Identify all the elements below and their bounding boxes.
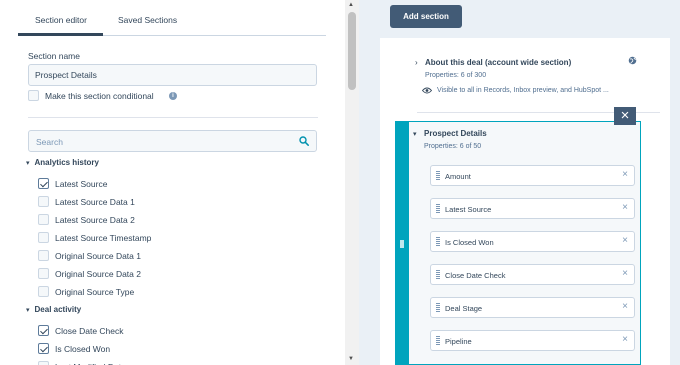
close-icon[interactable]: × [614, 107, 636, 125]
add-section-button[interactable]: Add section [390, 5, 462, 28]
property-label: Close Date Check [55, 326, 124, 336]
section-drag-bar[interactable] [396, 122, 409, 365]
property-label: Original Source Data 1 [55, 251, 141, 261]
remove-x-icon[interactable]: × [622, 301, 628, 312]
deal-section-title[interactable]: About this deal (account wide section) [425, 58, 571, 67]
property-checkbox[interactable] [38, 250, 49, 261]
tab-saved-sections[interactable]: Saved Sections [118, 15, 177, 25]
section-name-label: Section name [28, 51, 80, 61]
property-checkbox-row[interactable]: Original Source Data 1 [38, 250, 298, 262]
info-icon[interactable]: i [169, 92, 177, 100]
property-checkbox[interactable] [38, 268, 49, 279]
preview-panel: Add section › About this deal (account w… [359, 0, 680, 365]
chevron-down-icon[interactable]: ▾ [26, 306, 30, 314]
property-pill[interactable]: Close Date Check × [430, 264, 635, 285]
property-pill[interactable]: Latest Source × [430, 198, 635, 219]
app-root: Section editor Saved Sections Section na… [0, 0, 680, 365]
drag-handle-icon[interactable] [436, 237, 440, 247]
chevron-down-icon[interactable]: ▾ [26, 159, 30, 167]
chevron-right-icon[interactable]: › [415, 58, 418, 67]
property-pill[interactable]: Deal Stage × [430, 297, 635, 318]
property-pill-label: Latest Source [445, 205, 492, 214]
property-checkbox-row[interactable]: Latest Source Data 1 [38, 196, 298, 208]
prospect-section-title: Prospect Details [424, 129, 487, 138]
property-label: Latest Source Data 2 [55, 215, 135, 225]
globe-icon [628, 56, 637, 65]
property-pill-label: Close Date Check [445, 271, 506, 280]
search-placeholder: Search [36, 137, 63, 147]
deal-section-properties: Properties: 6 of 300 [425, 72, 487, 79]
scrollbar[interactable]: ▲ ▼ [345, 0, 359, 365]
property-checkbox[interactable] [38, 325, 49, 336]
property-pill-label: Is Closed Won [445, 238, 494, 247]
property-checkbox[interactable] [38, 232, 49, 243]
drag-handle-icon[interactable] [436, 204, 440, 214]
remove-x-icon[interactable]: × [622, 235, 628, 246]
scroll-up-arrow-icon[interactable]: ▲ [348, 2, 354, 8]
drag-handle-icon[interactable] [436, 336, 440, 346]
property-pill[interactable]: Amount × [430, 165, 635, 186]
property-checkbox-row[interactable]: Latest Source [38, 178, 298, 190]
active-tab-indicator [18, 33, 103, 36]
property-label: Original Source Data 2 [55, 269, 141, 279]
property-pill-label: Amount [445, 172, 471, 181]
prospect-details-section[interactable]: ▾ Prospect Details Properties: 6 of 50 A… [395, 121, 641, 365]
property-checkbox-row[interactable]: Latest Source Timestamp [38, 232, 298, 244]
property-group-name: Deal activity [34, 305, 82, 314]
property-pill[interactable]: Pipeline × [430, 330, 635, 351]
deal-section-visibility: Visible to all in Records, Inbox preview… [437, 87, 609, 94]
remove-x-icon[interactable]: × [622, 334, 628, 345]
prospect-section-properties: Properties: 6 of 50 [424, 143, 482, 150]
search-input[interactable]: Search [28, 130, 317, 152]
section-name-input[interactable]: Prospect Details [28, 64, 317, 86]
drag-handle-icon[interactable] [400, 240, 404, 248]
chevron-down-icon[interactable]: ▾ [413, 130, 417, 138]
property-checkbox-row[interactable]: Is Closed Won [38, 343, 298, 355]
property-pill[interactable]: Is Closed Won × [430, 231, 635, 252]
property-checkbox[interactable] [38, 361, 49, 365]
property-checkbox[interactable] [38, 214, 49, 225]
scroll-down-arrow-icon[interactable]: ▼ [348, 356, 354, 362]
property-label: Is Closed Won [55, 344, 111, 354]
remove-x-icon[interactable]: × [622, 268, 628, 279]
property-checkbox[interactable] [38, 343, 49, 354]
property-checkbox-row[interactable]: Latest Source Data 2 [38, 214, 298, 226]
drag-handle-icon[interactable] [436, 171, 440, 181]
remove-x-icon[interactable]: × [622, 169, 628, 180]
property-checkbox[interactable] [38, 196, 49, 207]
property-checkbox-row[interactable]: Original Source Data 2 [38, 268, 298, 280]
property-label: Latest Source Timestamp [55, 233, 152, 243]
property-checkbox-row[interactable]: Last Modified Date [38, 361, 298, 365]
property-label: Latest Source [55, 179, 108, 189]
divider [28, 117, 318, 118]
property-checkbox[interactable] [38, 178, 49, 189]
eye-icon [422, 87, 432, 94]
drag-handle-icon[interactable] [436, 270, 440, 280]
property-checkbox-row[interactable]: Close Date Check [38, 325, 298, 337]
section-editor-panel: Section editor Saved Sections Section na… [0, 0, 345, 365]
tab-bar: Section editor Saved Sections [18, 0, 326, 36]
scroll-thumb[interactable] [348, 12, 356, 90]
property-checkbox-row[interactable]: Original Source Type [38, 286, 298, 298]
remove-x-icon[interactable]: × [622, 202, 628, 213]
conditional-label: Make this section conditional [45, 91, 154, 101]
property-label: Latest Source Data 1 [55, 197, 135, 207]
property-pill-label: Deal Stage [445, 304, 483, 313]
property-label: Original Source Type [55, 287, 135, 297]
search-icon[interactable] [299, 136, 309, 146]
drag-handle-icon[interactable] [436, 303, 440, 313]
property-pill-label: Pipeline [445, 337, 472, 346]
property-checkbox[interactable] [38, 286, 49, 297]
property-group-header[interactable]: ▾ Analytics history [26, 158, 99, 167]
conditional-checkbox[interactable] [28, 90, 39, 101]
tab-section-editor[interactable]: Section editor [35, 15, 87, 25]
property-group-name: Analytics history [34, 158, 99, 167]
property-group-header[interactable]: ▾ Deal activity [26, 305, 81, 314]
